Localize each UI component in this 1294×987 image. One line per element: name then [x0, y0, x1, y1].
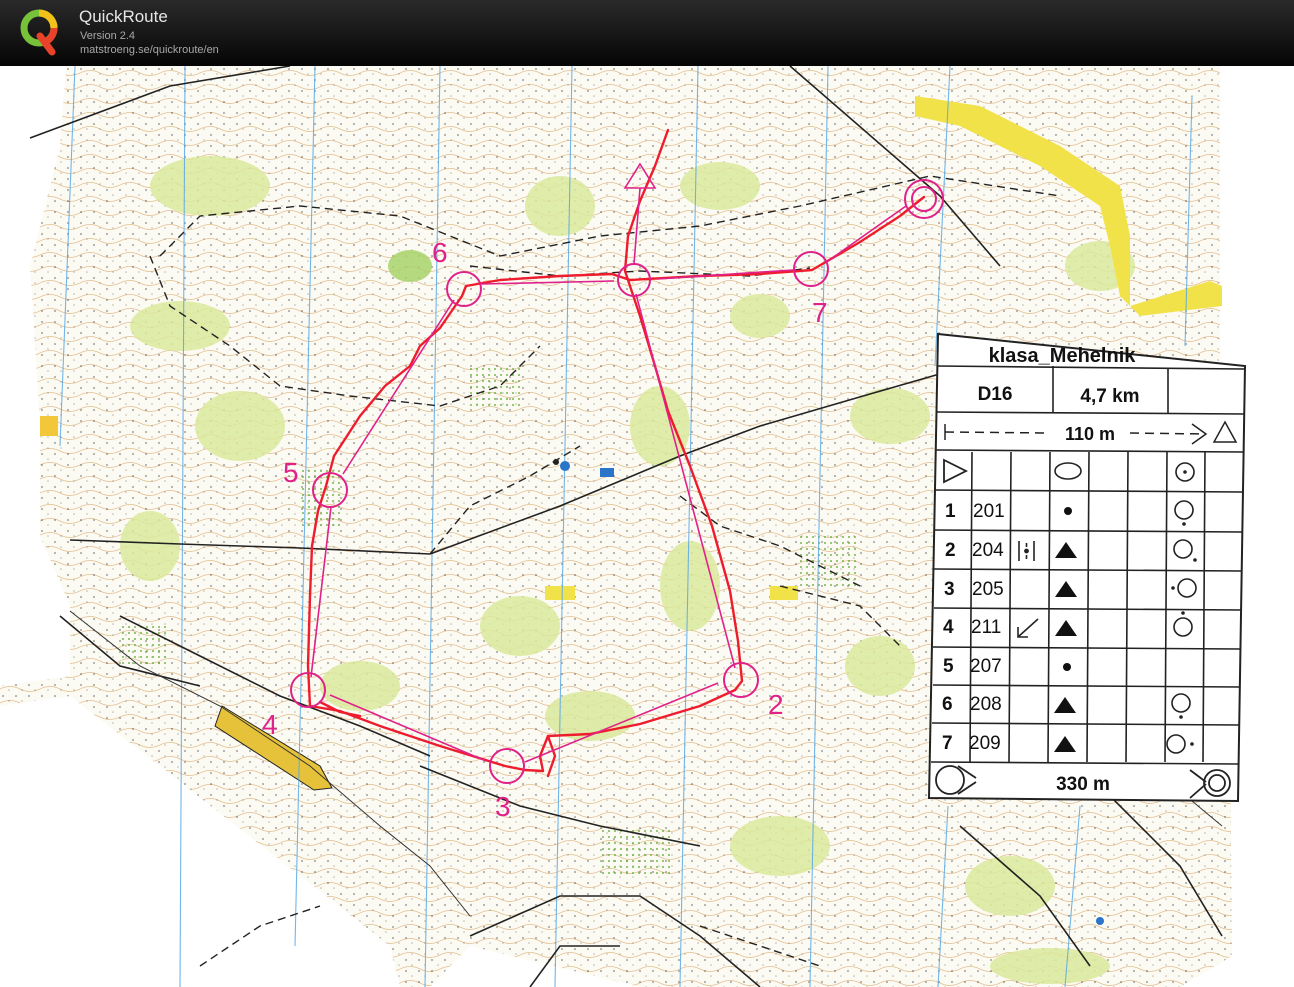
knoll-dot-icon	[1063, 663, 1071, 671]
course-title: klasa_Mehelnik	[989, 345, 1137, 367]
location-dot-icon	[1183, 470, 1187, 474]
control-num-6: 6	[942, 694, 953, 715]
orienteering-map[interactable]: 2 3 4 5 6 7 klasa_Mehelnik D16 4,7 km 11…	[0, 66, 1294, 987]
course-length: 4,7 km	[1080, 386, 1139, 407]
control-code-2: 204	[972, 540, 1004, 561]
control-num-2: 2	[945, 540, 956, 561]
control-code-5: 207	[970, 656, 1002, 677]
knoll-dot-icon	[1064, 507, 1072, 515]
finish-distance: 330 m	[1056, 774, 1110, 795]
course-category: D16	[978, 384, 1013, 405]
control-code-4: 211	[971, 617, 1001, 638]
map-label-4: 4	[262, 709, 278, 740]
map-label-7: 7	[812, 297, 828, 328]
quickroute-logo-icon	[20, 9, 58, 56]
map-label-3: 3	[495, 791, 511, 822]
map-label-5: 5	[283, 457, 299, 488]
app-version: Version 2.4	[80, 30, 136, 42]
control-num-7: 7	[942, 733, 953, 754]
control-description-sheet: klasa_Mehelnik D16 4,7 km 110 m 1 201 2 …	[927, 332, 1247, 803]
start-to-first-distance: 110 m	[1065, 424, 1115, 444]
control-code-1: 201	[973, 501, 1005, 522]
control-num-3: 3	[944, 579, 955, 600]
map-label-6: 6	[432, 237, 448, 268]
map-label-2: 2	[768, 689, 784, 720]
control-code-3: 205	[972, 579, 1004, 600]
app-title-bar: QuickRoute Version 2.4 matstroeng.se/qui…	[0, 0, 1294, 66]
control-num-1: 1	[945, 501, 956, 522]
app-url[interactable]: matstroeng.se/quickroute/en	[80, 44, 219, 56]
app-title: QuickRoute	[79, 7, 168, 26]
control-num-5: 5	[943, 656, 954, 677]
control-num-4: 4	[943, 617, 954, 638]
control-code-7: 209	[969, 733, 1001, 754]
control-code-6: 208	[970, 694, 1002, 715]
